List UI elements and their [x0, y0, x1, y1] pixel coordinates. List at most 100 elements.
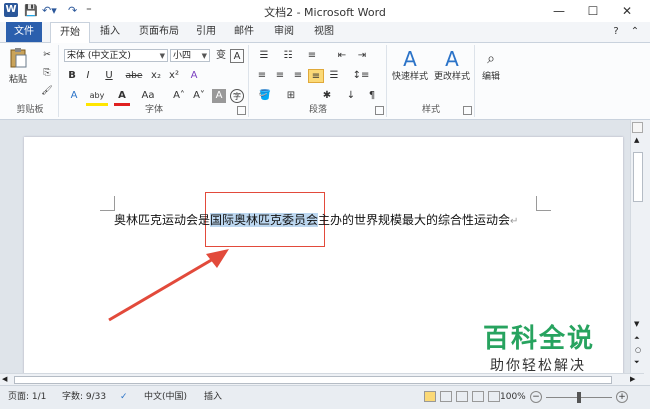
numbering-icon[interactable]: ☷ — [278, 49, 298, 63]
justify-icon[interactable]: ≡ — [308, 69, 324, 83]
styles-group: A 快速样式 A 更改样式 样式 — [388, 45, 475, 117]
scroll-left-icon[interactable]: ◀ — [2, 375, 7, 383]
show-marks-icon[interactable]: ¶ — [364, 89, 380, 103]
subscript-button[interactable]: x₂ — [148, 69, 164, 83]
paste-button[interactable]: 粘贴 — [6, 47, 30, 87]
strikethrough-button[interactable]: abe — [124, 69, 144, 83]
tab-page-layout[interactable]: 页面布局 — [134, 22, 184, 42]
next-page-icon[interactable]: ⏷ — [634, 358, 640, 367]
align-right-icon[interactable]: ≡ — [290, 69, 306, 83]
font-name-select[interactable]: 宋体 (中文正文) ▼ — [64, 49, 168, 62]
increase-indent-icon[interactable]: ⇥ — [354, 49, 370, 63]
tab-references[interactable]: 引用 — [190, 22, 222, 42]
tab-insert[interactable]: 插入 — [94, 22, 126, 42]
quick-styles-button[interactable]: A 快速样式 — [390, 47, 430, 91]
horizontal-scroll-thumb[interactable] — [14, 376, 612, 384]
shrink-font-button[interactable]: A˅ — [190, 89, 208, 103]
browse-object-icon[interactable]: ○ — [635, 346, 641, 354]
change-styles-button[interactable]: A 更改样式 — [432, 47, 472, 91]
sort-icon[interactable]: ↓ — [342, 89, 360, 103]
character-shading-button[interactable]: A — [212, 89, 226, 103]
align-center-icon[interactable]: ≡ — [272, 69, 288, 83]
tab-file[interactable]: 文件 — [6, 22, 42, 42]
change-styles-icon: A — [445, 47, 459, 71]
draft-view-icon[interactable] — [488, 391, 500, 402]
bullets-icon[interactable]: ☰ — [254, 49, 274, 63]
paste-label: 粘贴 — [8, 75, 27, 85]
zoom-in-button[interactable]: + — [616, 391, 628, 403]
font-size-select[interactable]: 小四 ▼ — [170, 49, 210, 62]
italic-button[interactable]: I — [82, 69, 94, 83]
change-styles-label: 更改样式 — [433, 72, 470, 82]
print-layout-view-icon[interactable] — [424, 391, 436, 402]
word-count[interactable]: 字数: 9/33 — [62, 391, 106, 404]
maximize-button[interactable]: ☐ — [580, 2, 606, 20]
clipboard-group: 粘贴 ✂ ⎘ 🖌 剪贴板 — [2, 45, 59, 117]
underline-button[interactable]: U — [100, 69, 118, 83]
scroll-right-icon[interactable]: ▶ — [630, 375, 635, 383]
bold-button[interactable]: B — [66, 69, 78, 83]
distributed-icon[interactable]: ☰ — [326, 69, 342, 83]
superscript-button[interactable]: x² — [166, 69, 182, 83]
styles-label: 样式 — [421, 105, 440, 115]
chinese-layout-icon[interactable]: ✱ — [316, 89, 338, 103]
ribbon: 粘贴 ✂ ⎘ 🖌 剪贴板 宋体 (中文正文) ▼ 小四 ▼ 变 A B I U ab… — [0, 43, 650, 120]
editing-button[interactable]: ⌕ 编辑 — [478, 47, 504, 91]
tab-view[interactable]: 视图 — [308, 22, 340, 42]
chevron-down-icon: ▼ — [159, 52, 165, 60]
zoom-level[interactable]: 100% — [500, 391, 526, 404]
proofing-icon[interactable]: ✓ — [120, 391, 128, 404]
close-button[interactable]: ✕ — [614, 2, 640, 20]
copy-icon[interactable]: ⎘ — [40, 67, 54, 81]
vertical-scroll-thumb[interactable] — [633, 152, 643, 202]
align-left-icon[interactable]: ≡ — [254, 69, 270, 83]
minimize-button[interactable]: — — [546, 2, 572, 20]
vertical-scrollbar[interactable]: ▲ ▼ ⏶ ○ ⏷ — [630, 120, 645, 373]
tab-mailings[interactable]: 邮件 — [228, 22, 260, 42]
font-dialog-launcher-icon[interactable] — [237, 106, 246, 115]
multilevel-list-icon[interactable]: ≡ — [302, 49, 322, 63]
quick-styles-icon: A — [403, 47, 417, 71]
zoom-out-button[interactable]: − — [530, 391, 542, 403]
watermark-subtitle: 助你轻松解决 — [490, 358, 586, 374]
format-painter-icon[interactable]: 🖌 — [40, 85, 54, 99]
enclose-characters-button[interactable]: 字 — [230, 89, 244, 103]
styles-dialog-launcher-icon[interactable] — [463, 106, 472, 115]
editing-group: ⌕ 编辑 — [476, 45, 506, 117]
paste-icon — [10, 48, 27, 68]
borders-icon[interactable]: ⊞ — [280, 89, 302, 103]
font-group: 宋体 (中文正文) ▼ 小四 ▼ 变 A B I U abe x₂ x² A A a… — [60, 45, 249, 117]
quick-styles-label: 快速样式 — [391, 72, 428, 82]
insert-mode[interactable]: 插入 — [204, 391, 222, 404]
clear-formatting-button[interactable]: A — [186, 69, 202, 83]
watermark-title: 百科全说 — [483, 324, 596, 354]
paragraph-group: ☰ ☷ ≡ ⇤ ⇥ ≡ ≡ ≡ ≡ ☰ ↕≡ 🪣 ⊞ ✱ ↓ ¶ 段落 — [250, 45, 387, 117]
scroll-down-icon[interactable]: ▼ — [634, 320, 639, 328]
help-icon[interactable]: ? — [610, 22, 622, 42]
cut-icon[interactable]: ✂ — [40, 49, 54, 63]
collapse-ribbon-icon[interactable]: ⌃ — [628, 22, 642, 42]
full-screen-view-icon[interactable] — [440, 391, 452, 402]
language-indicator[interactable]: 中文(中国) — [144, 391, 187, 404]
title-bar: W 💾 ↶▾ ↷ ⁼ 文档2 - Microsoft Word — ☐ ✕ — [0, 0, 650, 23]
tab-home[interactable]: 开始 — [50, 22, 90, 43]
shading-icon[interactable]: 🪣 — [254, 89, 276, 103]
character-border-button[interactable]: A — [230, 49, 244, 63]
editing-label: 编辑 — [481, 72, 500, 82]
outline-view-icon[interactable] — [472, 391, 484, 402]
change-case-button[interactable]: Aa — [138, 89, 158, 103]
scroll-up-icon[interactable]: ▲ — [634, 136, 639, 144]
text-effects-button[interactable]: A — [66, 89, 82, 103]
tab-review[interactable]: 审阅 — [268, 22, 300, 42]
previous-page-icon[interactable]: ⏶ — [634, 334, 640, 343]
phonetic-guide-button[interactable]: 变 — [214, 49, 228, 63]
grow-font-button[interactable]: A˄ — [170, 89, 188, 103]
decrease-indent-icon[interactable]: ⇤ — [334, 49, 350, 63]
paragraph-dialog-launcher-icon[interactable] — [375, 106, 384, 115]
page-count[interactable]: 页面: 1/1 — [8, 391, 46, 404]
web-layout-view-icon[interactable] — [456, 391, 468, 402]
zoom-slider-thumb[interactable] — [577, 392, 581, 403]
line-spacing-icon[interactable]: ↕≡ — [350, 69, 372, 83]
chevron-down-icon: ▼ — [201, 52, 207, 60]
ruler-toggle-icon[interactable] — [632, 122, 643, 133]
